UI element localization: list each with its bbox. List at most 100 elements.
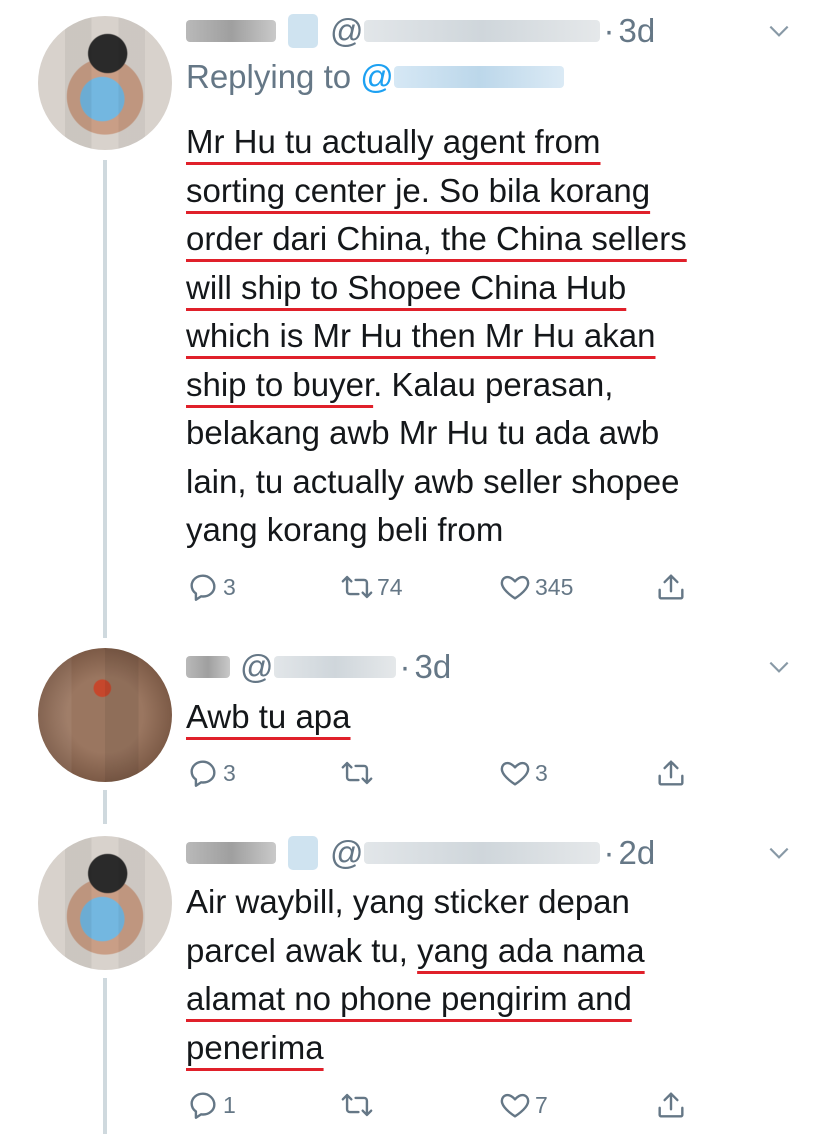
text-line: belakang awb Mr Hu tu ada awb (186, 409, 786, 458)
retweet-button[interactable] (340, 756, 374, 790)
share-button[interactable] (654, 1088, 688, 1122)
reply-count: 3 (223, 759, 236, 786)
badge-redacted (288, 14, 318, 48)
share-icon (658, 574, 684, 600)
handle-at: @ (330, 12, 364, 49)
text-segment: sorting center je. So bila korang (186, 171, 651, 209)
display-name-redacted[interactable] (186, 20, 276, 42)
heart-icon (500, 761, 530, 786)
retweet-icon (341, 575, 373, 599)
text-segment: belakang awb Mr Hu tu ada awb (186, 414, 660, 451)
text-line: ship to buyer. Kalau perasan, (186, 361, 786, 410)
display-name-redacted[interactable] (186, 842, 276, 864)
retweet-icon (341, 1093, 373, 1117)
reply-button[interactable]: 1 (186, 1088, 236, 1122)
user-handle[interactable]: @ (330, 834, 600, 872)
display-name-redacted[interactable] (186, 656, 230, 678)
like-button[interactable]: 3 (498, 756, 548, 790)
chevron-down-icon[interactable] (766, 840, 792, 866)
tweet-actions: 3 74 345 (186, 570, 706, 610)
tweet-header: @ · 3d (186, 8, 655, 54)
tweet[interactable]: @ · 3d Replying to @ Mr Hu tu actually a… (0, 0, 828, 640)
reply-icon (190, 574, 216, 601)
user-handle[interactable]: @ (330, 12, 600, 50)
share-icon (658, 1092, 684, 1118)
text-segment: Awb tu apa (186, 698, 351, 735)
handle-at: @ (330, 834, 364, 871)
reply-handle-at: @ (360, 58, 394, 95)
text-segment: alamat no phone pengirim and (186, 980, 632, 1017)
text-segment: which is Mr Hu then Mr Hu akan (186, 317, 656, 354)
chevron-down-icon[interactable] (766, 18, 792, 44)
text-line: order dari China, the China sellers (186, 215, 786, 264)
retweet-count: 74 (377, 573, 403, 600)
text-line: yang korang beli from (186, 506, 786, 555)
time-separator: · (603, 12, 615, 49)
text-line: will ship to Shopee China Hub (186, 264, 786, 313)
replying-to-handle[interactable]: @ (360, 58, 564, 96)
text-line: Mr Hu tu actually agent from (186, 118, 786, 167)
user-handle[interactable]: @ (240, 648, 396, 686)
text-segment: parcel awak tu, (186, 931, 418, 969)
reply-count: 3 (223, 573, 236, 600)
share-icon (658, 760, 684, 786)
reply-handle-redacted (393, 66, 564, 88)
avatar[interactable] (38, 836, 172, 970)
retweet-button[interactable]: 74 (340, 570, 403, 604)
reply-icon (190, 1092, 216, 1119)
badge-redacted (288, 836, 318, 870)
text-line: Awb tu apa (186, 693, 786, 742)
handle-at: @ (240, 648, 274, 685)
tweet[interactable]: @ · 2d Air waybill, yang sticker depan p… (0, 824, 828, 1134)
time-separator: · (603, 834, 615, 871)
text-segment: penerima (186, 1028, 324, 1066)
text-line: Air waybill, yang sticker depan (186, 878, 786, 927)
text-segment: . Kalau perasan, (373, 365, 614, 403)
heart-icon (500, 1093, 530, 1118)
tweet-text: Mr Hu tu actually agent from sorting cen… (186, 118, 786, 555)
timestamp[interactable]: 3d (619, 12, 656, 50)
like-count: 7 (535, 1091, 548, 1118)
timestamp[interactable]: 2d (619, 834, 656, 872)
share-button[interactable] (654, 570, 688, 604)
like-button[interactable]: 345 (498, 570, 573, 604)
retweet-button[interactable] (340, 1088, 374, 1122)
tweet-text: Air waybill, yang sticker depan parcel a… (186, 878, 786, 1072)
share-button[interactable] (654, 756, 688, 790)
text-segment: lain, tu actually awb seller shopee (186, 462, 680, 500)
time-separator: · (399, 648, 411, 685)
heart-icon (500, 575, 530, 600)
avatar[interactable] (38, 16, 172, 150)
avatar[interactable] (38, 648, 172, 782)
handle-redacted (273, 656, 396, 678)
replying-to: Replying to @ (186, 58, 564, 96)
text-line: alamat no phone pengirim and (186, 975, 786, 1024)
like-count: 3 (535, 759, 548, 786)
tweet[interactable]: @ · 3d Awb tu apa 3 3 (0, 640, 828, 824)
text-line: lain, tu actually awb seller shopee (186, 458, 786, 507)
handle-redacted (363, 842, 600, 864)
handle-redacted (363, 20, 600, 42)
reply-button[interactable]: 3 (186, 570, 236, 604)
text-segment: order dari China, the China sellers (186, 220, 687, 257)
retweet-icon (341, 761, 373, 785)
tweet-text: Awb tu apa (186, 693, 786, 742)
like-button[interactable]: 7 (498, 1088, 548, 1122)
text-segment: yang ada nama (417, 931, 645, 969)
reply-count: 1 (223, 1091, 236, 1118)
tweet-header: @ · 3d (186, 644, 451, 690)
text-segment: Air waybill, yang sticker depan (186, 883, 630, 920)
timestamp[interactable]: 3d (415, 648, 452, 686)
text-line: parcel awak tu, yang ada nama (186, 927, 786, 976)
tweet-actions: 3 3 (186, 756, 706, 796)
chevron-down-icon[interactable] (766, 654, 792, 680)
text-segment: yang korang beli from (186, 511, 504, 548)
text-line: penerima (186, 1024, 786, 1073)
tweet-header: @ · 2d (186, 830, 655, 876)
text-line: sorting center je. So bila korang (186, 167, 786, 216)
reply-button[interactable]: 3 (186, 756, 236, 790)
like-count: 345 (535, 573, 574, 600)
text-segment: will ship to Shopee China Hub (186, 268, 627, 306)
text-segment: Mr Hu tu actually agent from (186, 123, 601, 160)
replying-to-label: Replying to (186, 58, 352, 95)
